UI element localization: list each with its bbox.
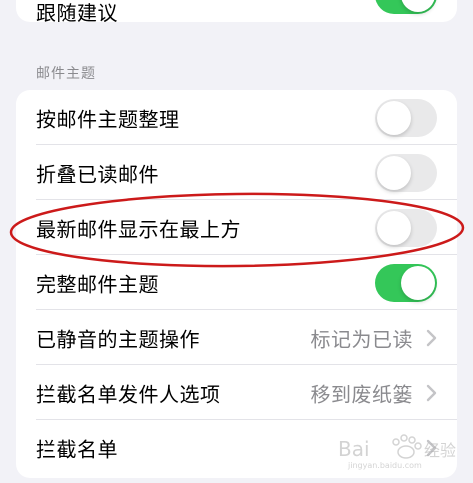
chevron-right-icon: [426, 384, 437, 401]
toggle-knob: [401, 265, 435, 300]
row-label: 按邮件主题整理: [36, 107, 180, 131]
settings-row-blocked-sender-options[interactable]: 拦截名单发件人选项 移到废纸篓: [16, 365, 457, 420]
row-label: 跟随建议: [36, 1, 118, 22]
collapse-read-toggle[interactable]: [375, 153, 437, 192]
toggle-knob: [377, 100, 411, 135]
settings-row-newest-on-top[interactable]: 最新邮件显示在最上方: [16, 200, 457, 255]
toggle-knob: [377, 155, 411, 190]
row-value: 移到废纸篓: [310, 382, 413, 406]
settings-row-follow-suggestion[interactable]: 跟随建议: [16, 0, 457, 22]
settings-row-collapse-read[interactable]: 折叠已读邮件: [16, 145, 457, 200]
settings-group-mail-threads: 按邮件主题整理 折叠已读邮件 最新邮件显示在最上方 完整邮件主题 已静音的主题操…: [16, 90, 457, 478]
row-label: 最新邮件显示在最上方: [36, 217, 241, 241]
section-header-mail-threads: 邮件主题: [36, 66, 96, 82]
row-label: 完整邮件主题: [36, 272, 159, 296]
toggle-knob: [377, 210, 411, 245]
svg-text:经验: 经验: [424, 441, 456, 460]
svg-text:jingyan.baidu.com: jingyan.baidu.com: [347, 461, 422, 470]
row-label: 已静音的主题操作: [36, 327, 200, 351]
watermark-logo-icon: Bai 经验 jingyan.baidu.com: [338, 434, 456, 470]
settings-row-complete-threads[interactable]: 完整邮件主题: [16, 255, 457, 310]
toggle-knob: [401, 0, 435, 12]
organize-by-thread-toggle[interactable]: [375, 98, 437, 137]
newest-on-top-toggle[interactable]: [375, 208, 437, 247]
settings-row-muted-thread-action[interactable]: 已静音的主题操作 标记为已读: [16, 310, 457, 365]
chevron-right-icon: [426, 329, 437, 346]
svg-text:Bai: Bai: [338, 437, 370, 461]
settings-row-organize-by-thread[interactable]: 按邮件主题整理: [16, 90, 457, 145]
row-label: 拦截名单发件人选项: [36, 382, 221, 406]
row-label: 折叠已读邮件: [36, 162, 159, 186]
row-value: 标记为已读: [310, 327, 413, 351]
row-label: 拦截名单: [36, 437, 118, 461]
complete-threads-toggle[interactable]: [375, 263, 437, 302]
follow-suggestion-toggle[interactable]: [375, 0, 437, 14]
settings-group-top: 跟随建议: [16, 0, 457, 22]
